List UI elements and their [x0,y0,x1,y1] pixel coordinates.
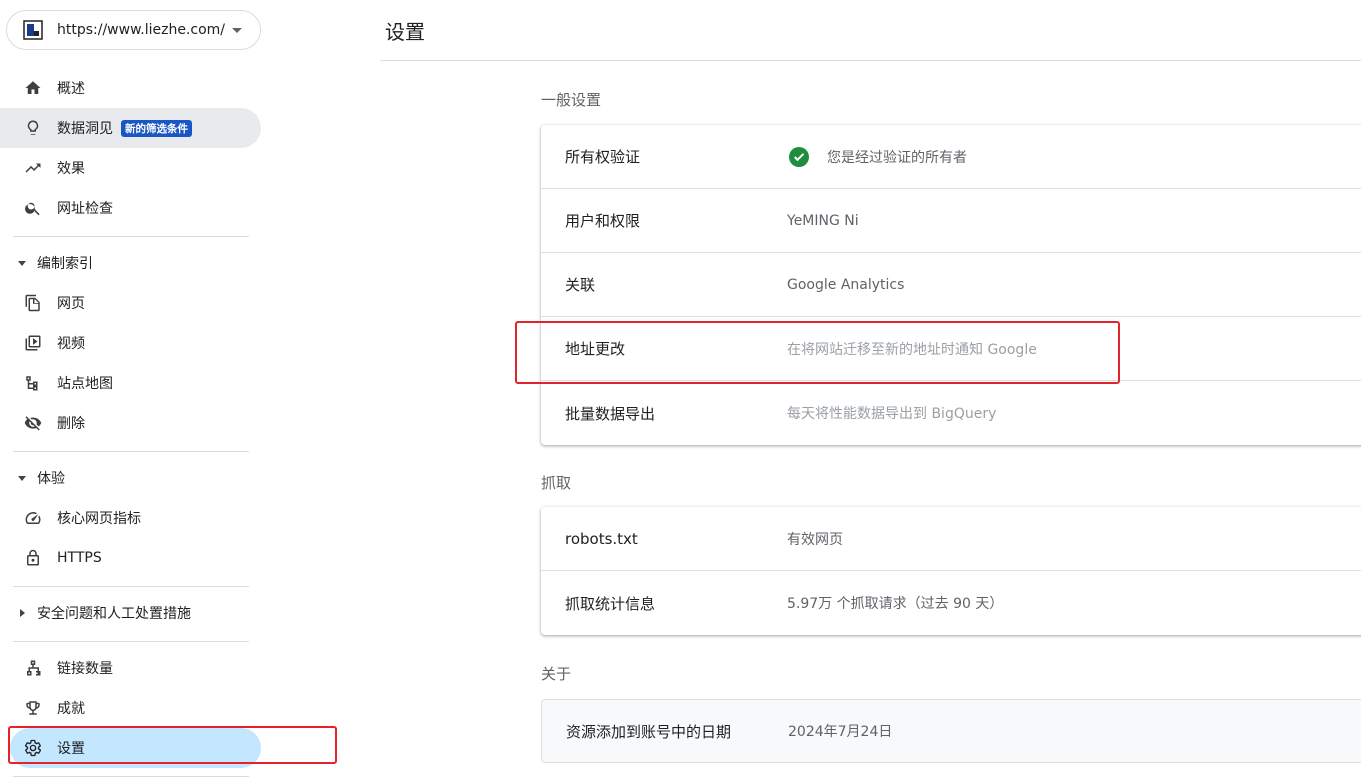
nav-links[interactable]: 链接数量 [0,648,261,688]
nav-label: 视频 [57,336,85,352]
speed-icon [24,509,42,527]
nav-label: 网页 [57,296,85,312]
setting-value: Google Analytics [787,276,905,293]
trending-up-icon [24,159,42,177]
home-icon [24,79,42,97]
setting-value: 您是经过验证的所有者 [787,146,967,167]
setting-row-associations[interactable]: 关联 Google Analytics [541,253,1361,317]
setting-row-crawl-stats[interactable]: 抓取统计信息 5.97万 个抓取请求（过去 90 天） [541,571,1361,635]
nav-overview[interactable]: 概述 [0,68,261,108]
sidebar-divider [13,451,249,452]
setting-label: 所有权验证 [565,148,641,166]
section-security[interactable]: 安全问题和人工处置措施 [0,593,261,633]
setting-value: 2024年7月24日 [788,724,893,740]
setting-label: 资源添加到账号中的日期 [566,722,732,741]
trophy-icon [24,699,42,717]
setting-row-users[interactable]: 用户和权限 YeMING Ni [541,189,1361,253]
general-settings-title: 一般设置 [541,91,602,109]
highlight-box-change-of-address [515,321,1120,384]
section-label: 安全问题和人工处置措施 [37,606,191,622]
crawl-title: 抓取 [541,474,572,492]
section-label: 体验 [37,471,65,487]
sidebar-divider [13,586,249,587]
sidebar-divider [13,641,249,642]
nav-removals[interactable]: 删除 [0,403,261,443]
sidebar-divider [13,236,249,237]
crawl-card: robots.txt 有效网页 抓取统计信息 5.97万 个抓取请求（过去 90… [541,507,1361,635]
nav-label: 概述 [57,81,85,97]
visibility-off-icon [24,414,42,432]
setting-value: 5.97万 个抓取请求（过去 90 天） [787,596,1004,612]
chevron-down-icon [232,27,242,33]
ownership-status: 您是经过验证的所有者 [827,149,967,166]
page-title: 设置 [385,20,425,44]
setting-value: 每天将性能数据导出到 BigQuery [787,406,997,422]
lightbulb-icon [24,119,42,137]
nav-performance[interactable]: 效果 [0,148,261,188]
check-circle-icon [789,146,809,167]
setting-row-date-added: 资源添加到账号中的日期 2024年7月24日 [542,700,1361,762]
setting-row-robots[interactable]: robots.txt 有效网页 [541,507,1361,571]
nav-label: 网址检查 [57,201,113,217]
nav-label: 删除 [57,416,85,432]
sidebar-divider [13,776,249,777]
setting-value: 有效网页 [787,531,843,548]
new-filters-badge: 新的筛选条件 [121,119,192,137]
nav-achievements[interactable]: 成就 [0,688,261,728]
highlight-box-settings [8,726,337,764]
section-label: 编制索引 [37,256,93,272]
nav-pages[interactable]: 网页 [0,283,261,323]
links-icon [24,659,42,677]
property-url: https://www.liezhe.com/ [57,22,225,38]
nav-label: 成就 [57,701,85,717]
setting-row-bulk-export[interactable]: 批量数据导出 每天将性能数据导出到 BigQuery [541,381,1361,445]
nav-label: 链接数量 [57,661,113,677]
nav-label: HTTPS [57,550,102,566]
nav-label: 站点地图 [57,376,113,392]
header-divider [380,60,1361,61]
setting-label: robots.txt [565,529,638,548]
setting-label: 抓取统计信息 [565,594,656,613]
expand-icon [18,260,26,266]
nav-label: 效果 [57,161,85,177]
nav-videos[interactable]: 视频 [0,323,261,363]
nav-sitemaps[interactable]: 站点地图 [0,363,261,403]
setting-value: YeMING Ni [787,212,859,229]
setting-label: 用户和权限 [565,212,641,230]
setting-row-ownership[interactable]: 所有权验证 您是经过验证的所有者 [541,125,1361,189]
section-indexing[interactable]: 编制索引 [0,243,261,283]
about-title: 关于 [541,665,572,683]
site-favicon [23,20,43,40]
nav-label: 数据洞见 [57,121,113,137]
setting-label: 关联 [565,276,596,294]
nav-https[interactable]: HTTPS [0,538,261,578]
collapse-icon [20,609,25,617]
general-settings-card: 所有权验证 您是经过验证的所有者 用户和权限 YeMING Ni 关联 Goog… [541,125,1361,445]
nav-url-inspection[interactable]: 网址检查 [0,188,261,228]
expand-icon [18,475,26,481]
about-card: 资源添加到账号中的日期 2024年7月24日 [541,699,1361,763]
section-experience[interactable]: 体验 [0,458,261,498]
video-icon [24,334,42,352]
pages-icon [24,294,42,312]
nav-core-web-vitals[interactable]: 核心网页指标 [0,498,261,538]
setting-label: 批量数据导出 [565,404,656,423]
lock-icon [24,549,42,567]
property-selector[interactable]: https://www.liezhe.com/ [6,10,261,50]
nav-label: 核心网页指标 [57,511,141,527]
sidebar: https://www.liezhe.com/ 概述 数据洞见 新的筛选条件 效… [0,0,270,780]
sitemap-icon [24,374,42,392]
nav-insights[interactable]: 数据洞见 新的筛选条件 [0,108,261,148]
search-icon [24,199,42,217]
